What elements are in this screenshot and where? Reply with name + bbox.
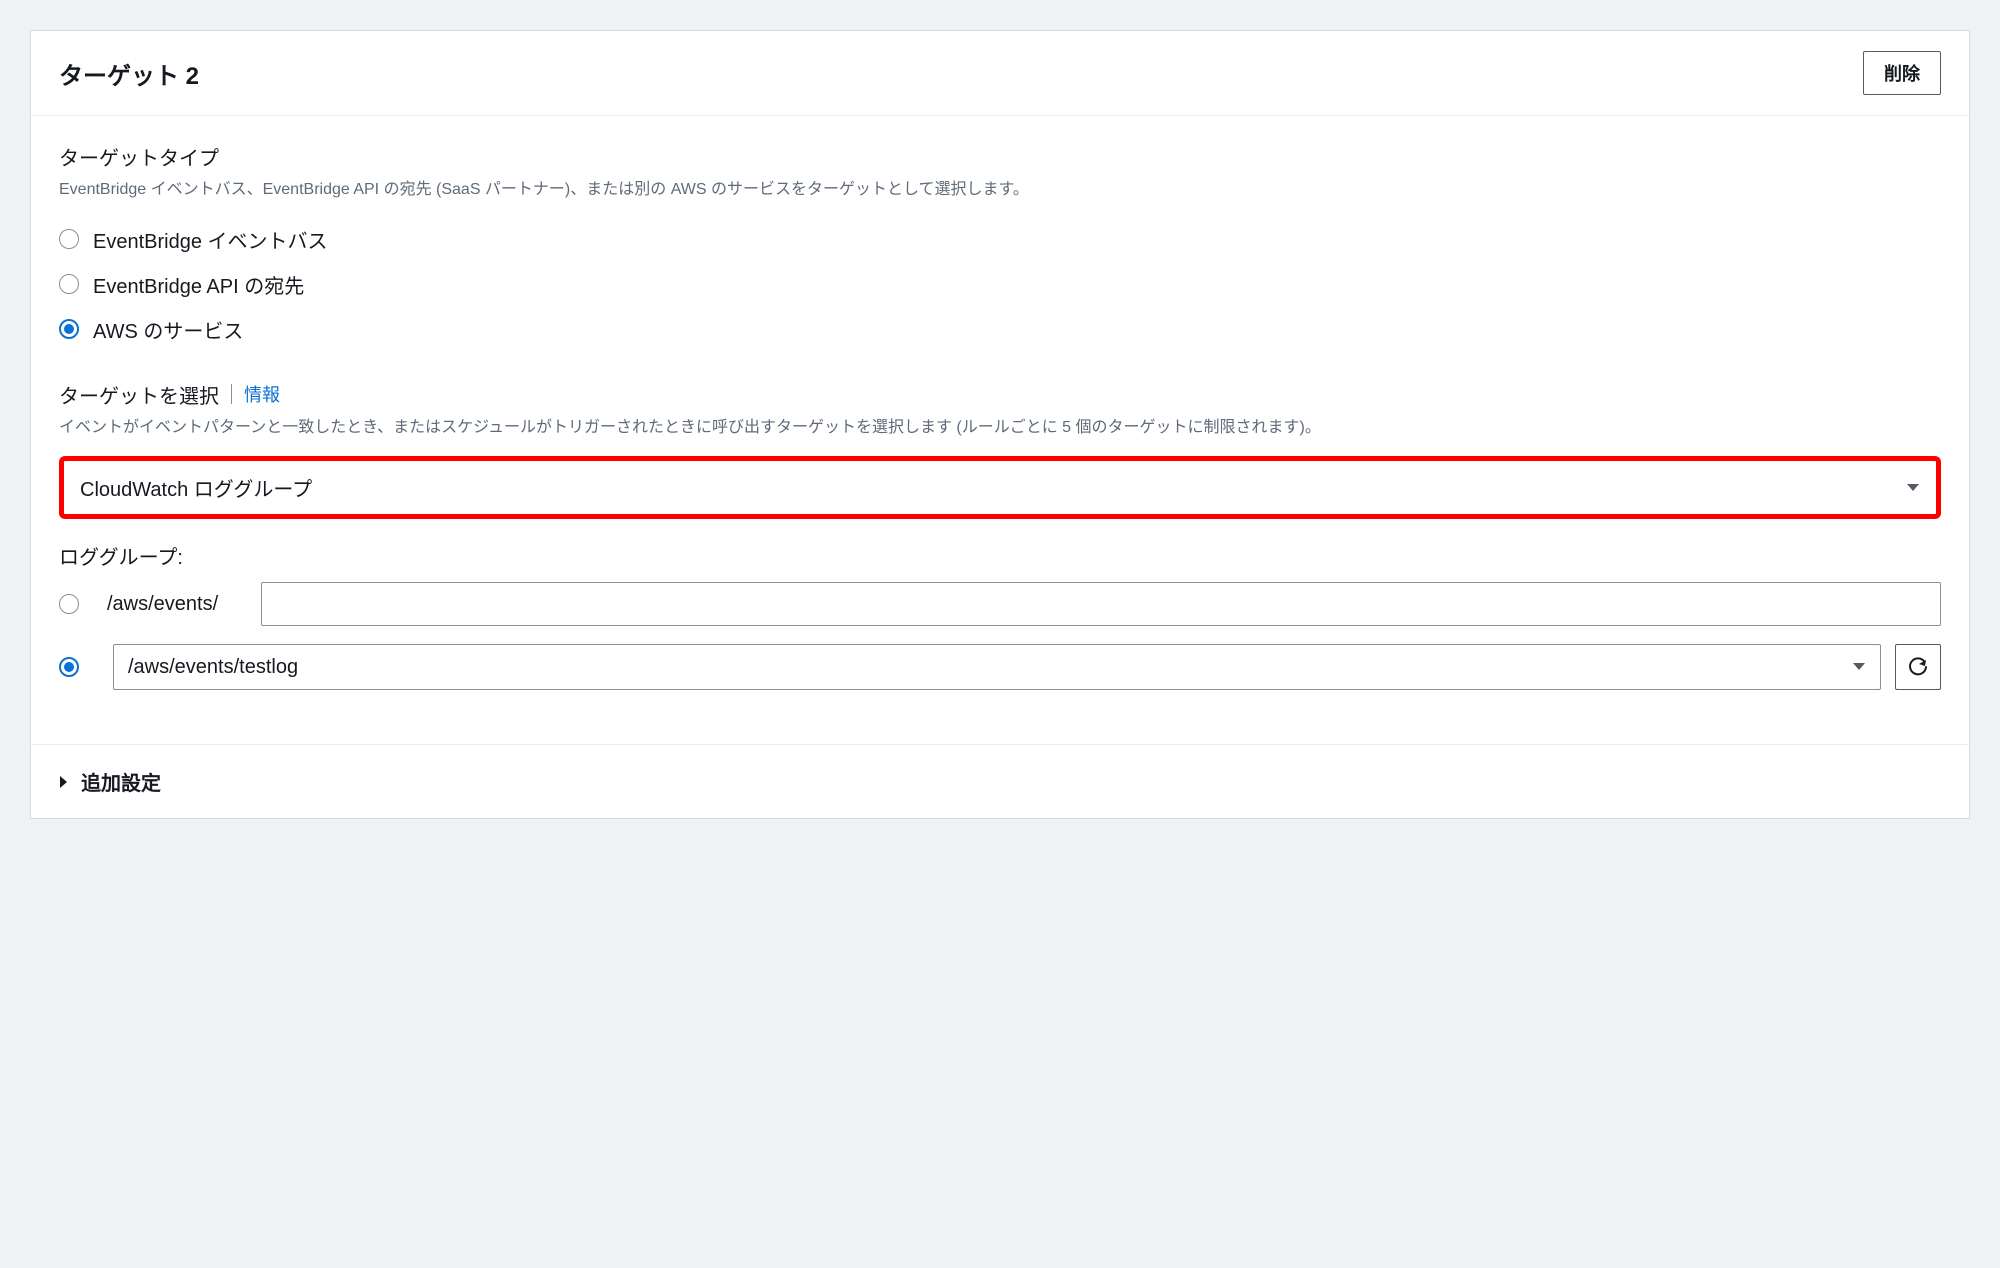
radio-icon	[59, 274, 79, 294]
log-group-existing-row: /aws/events/testlog	[59, 644, 1941, 690]
log-group-new-row: /aws/events/	[59, 582, 1941, 626]
target-select-value: CloudWatch ロググループ	[80, 473, 312, 502]
info-link[interactable]: 情報	[244, 381, 280, 407]
radio-option-api-destination[interactable]: EventBridge API の宛先	[59, 262, 1941, 307]
radio-option-aws-service[interactable]: AWS のサービス	[59, 307, 1941, 352]
radio-icon	[59, 229, 79, 249]
target-panel: ターゲット 2 削除 ターゲットタイプ EventBridge イベントバス、E…	[30, 30, 1970, 819]
radio-label: EventBridge API の宛先	[93, 270, 304, 299]
select-target-section: ターゲットを選択 情報 イベントがイベントパターンと一致したとき、またはスケジュ…	[59, 380, 1941, 691]
radio-label: EventBridge イベントバス	[93, 225, 328, 254]
panel-header: ターゲット 2 削除	[31, 31, 1969, 116]
radio-icon	[59, 319, 79, 339]
radio-log-group-new[interactable]	[59, 594, 79, 614]
log-group-name-input[interactable]	[261, 582, 1941, 626]
target-type-heading: ターゲットタイプ	[59, 142, 1941, 171]
target-type-description: EventBridge イベントバス、EventBridge API の宛先 (…	[59, 177, 1941, 203]
target-type-section: ターゲットタイプ EventBridge イベントバス、EventBridge …	[59, 142, 1941, 352]
additional-settings-toggle[interactable]: 追加設定	[59, 767, 1941, 796]
existing-log-group-dropdown[interactable]: /aws/events/testlog	[113, 644, 1881, 690]
radio-label: AWS のサービス	[93, 315, 243, 344]
target-type-radio-group: EventBridge イベントバス EventBridge API の宛先 A…	[59, 217, 1941, 352]
existing-log-group-value: /aws/events/testlog	[128, 656, 298, 679]
select-target-heading-row: ターゲットを選択 情報	[59, 380, 1941, 409]
panel-title: ターゲット 2	[59, 56, 199, 91]
refresh-button[interactable]	[1895, 644, 1941, 690]
additional-settings-label: 追加設定	[81, 767, 161, 796]
target-select-highlight: CloudWatch ロググループ	[59, 456, 1941, 519]
delete-button[interactable]: 削除	[1863, 51, 1941, 95]
caret-down-icon	[1852, 662, 1866, 672]
log-group-prefix: /aws/events/	[107, 593, 247, 616]
radio-log-group-existing[interactable]	[59, 657, 79, 677]
panel-footer: 追加設定	[31, 744, 1969, 818]
radio-option-eventbus[interactable]: EventBridge イベントバス	[59, 217, 1941, 262]
select-target-heading: ターゲットを選択	[59, 380, 219, 409]
panel-body: ターゲットタイプ EventBridge イベントバス、EventBridge …	[31, 116, 1969, 744]
caret-down-icon	[1906, 483, 1920, 493]
select-target-description: イベントがイベントパターンと一致したとき、またはスケジュールがトリガーされたとき…	[59, 415, 1941, 441]
divider	[231, 384, 232, 404]
caret-right-icon	[59, 775, 69, 789]
refresh-icon	[1908, 657, 1928, 677]
target-select-dropdown[interactable]: CloudWatch ロググループ	[66, 463, 1934, 512]
log-group-label: ロググループ:	[59, 541, 1941, 570]
